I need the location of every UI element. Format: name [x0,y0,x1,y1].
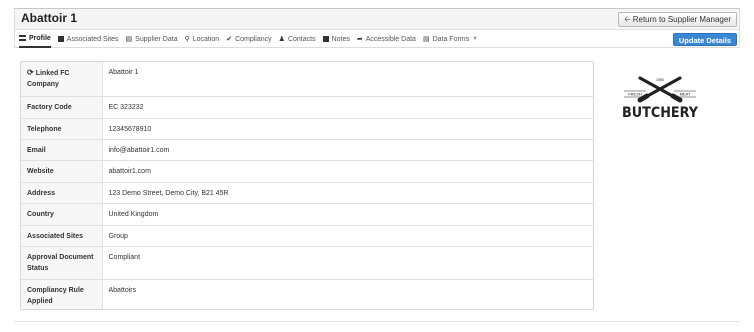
bottom-rule [14,321,740,322]
tab-contacts[interactable]: ♟ Contacts [279,30,316,48]
check-icon: ✔ [226,36,233,43]
caret-down-icon: ▼ [472,36,479,42]
page-title: Abattoir 1 [21,11,78,25]
building-icon [57,36,64,42]
tab-label: Associated Sites [66,35,119,43]
row-value: 12345678910 [102,117,593,139]
table-row: Address 123 Demo Street, Demo City, B21 … [21,181,593,203]
table-row: Email info@abattoir1.com [21,138,593,160]
tab-label: Location [192,35,220,43]
tab-label: Notes [331,35,350,43]
butchery-logo: 1950 FRESH MEAT BUTCHERY [618,73,702,123]
tab-label: Data Forms [432,35,470,43]
row-label: Associated Sites [21,224,103,246]
table-row: Approval Document Status Compliant [21,245,593,279]
tab-label: Accessible Data [365,35,416,43]
tab-label: Compliancy [235,35,272,43]
tab-data-forms[interactable]: ▤ Data Forms ▼ [423,30,481,48]
row-label: ⟳ Linked FC Company [21,62,103,96]
map-marker-icon: ⚲ [184,36,190,43]
tab-location[interactable]: ⚲ Location [185,30,220,48]
arrow-left-icon: 🡠 [624,15,631,24]
tab-supplier-data[interactable]: ▤ Supplier Data [126,30,178,48]
table-row: Factory Code EC 323232 [21,95,593,118]
profile-table: ⟳ Linked FC Company Abattoir 1 Factory Co… [20,61,594,310]
tab-accessible-data[interactable]: ➦ Accessible Data [357,30,416,48]
table-row: Telephone 12345678910 [21,117,593,139]
table-row: Compliancy Rule Applied Abattoirs [21,278,593,309]
row-label: Factory Code [21,95,103,118]
row-value: Compliant [102,245,593,279]
row-value: Abattoirs [102,278,593,309]
table-row: Associated Sites Group [21,224,593,246]
tab-label: Supplier Data [135,35,178,43]
row-value[interactable]: abattoir1.com [102,159,593,182]
row-label: Telephone [21,117,103,139]
row-value: Abattoir 1 [108,69,139,76]
tab-notes[interactable]: Notes [322,30,350,48]
row-label: Email [21,138,103,160]
comment-icon [322,36,329,42]
row-value: 123 Demo Street, Demo City, B21 45R [102,181,593,203]
row-label: Website [21,159,103,182]
tab-list: Profile Associated Sites ▤ Supplier Data… [19,30,488,48]
table-row: ⟳ Linked FC Company Abattoir 1 [21,62,593,96]
users-icon: ♟ [278,36,285,43]
table-row: Country United Kingdom [21,202,593,225]
row-value[interactable]: info@abattoir1.com [102,138,593,160]
return-button-label: Return to Supplier Manager [632,15,731,24]
row-label: Approval Document Status [21,245,103,279]
update-details-button[interactable]: Update Details [672,33,737,46]
svg-text:BUTCHERY: BUTCHERY [622,105,699,121]
svg-text:1950: 1950 [656,78,664,82]
row-label: Address [21,181,103,203]
row-label: Compliancy Rule Applied [21,278,103,309]
row-value: United Kingdom [102,202,593,225]
share-icon: ➦ [356,36,363,43]
row-label: Country [21,202,103,225]
tab-associated-sites[interactable]: Associated Sites [57,30,119,48]
tab-label: Contacts [287,35,316,43]
tab-compliancy[interactable]: ✔ Compliancy [226,30,271,48]
table-row: Website abattoir1.com [21,159,593,182]
refresh-icon: ⟳ [27,68,34,77]
page-header: Abattoir 1 🡠 Return to Supplier Manager [14,9,740,29]
return-to-supplier-manager-button[interactable]: 🡠 Return to Supplier Manager [618,12,737,27]
svg-text:MEAT: MEAT [680,92,691,97]
card-icon: ▤ [125,36,133,43]
svg-text:FRESH: FRESH [628,92,642,97]
tab-bar: Profile Associated Sites ▤ Supplier Data… [14,29,740,48]
tab-label: Profile [29,34,51,42]
row-value: EC 323232 [102,95,593,118]
document-icon: ▤ [422,36,430,43]
bars-icon [19,35,26,41]
tab-profile[interactable]: Profile [19,30,51,48]
row-value: Group [102,224,593,246]
